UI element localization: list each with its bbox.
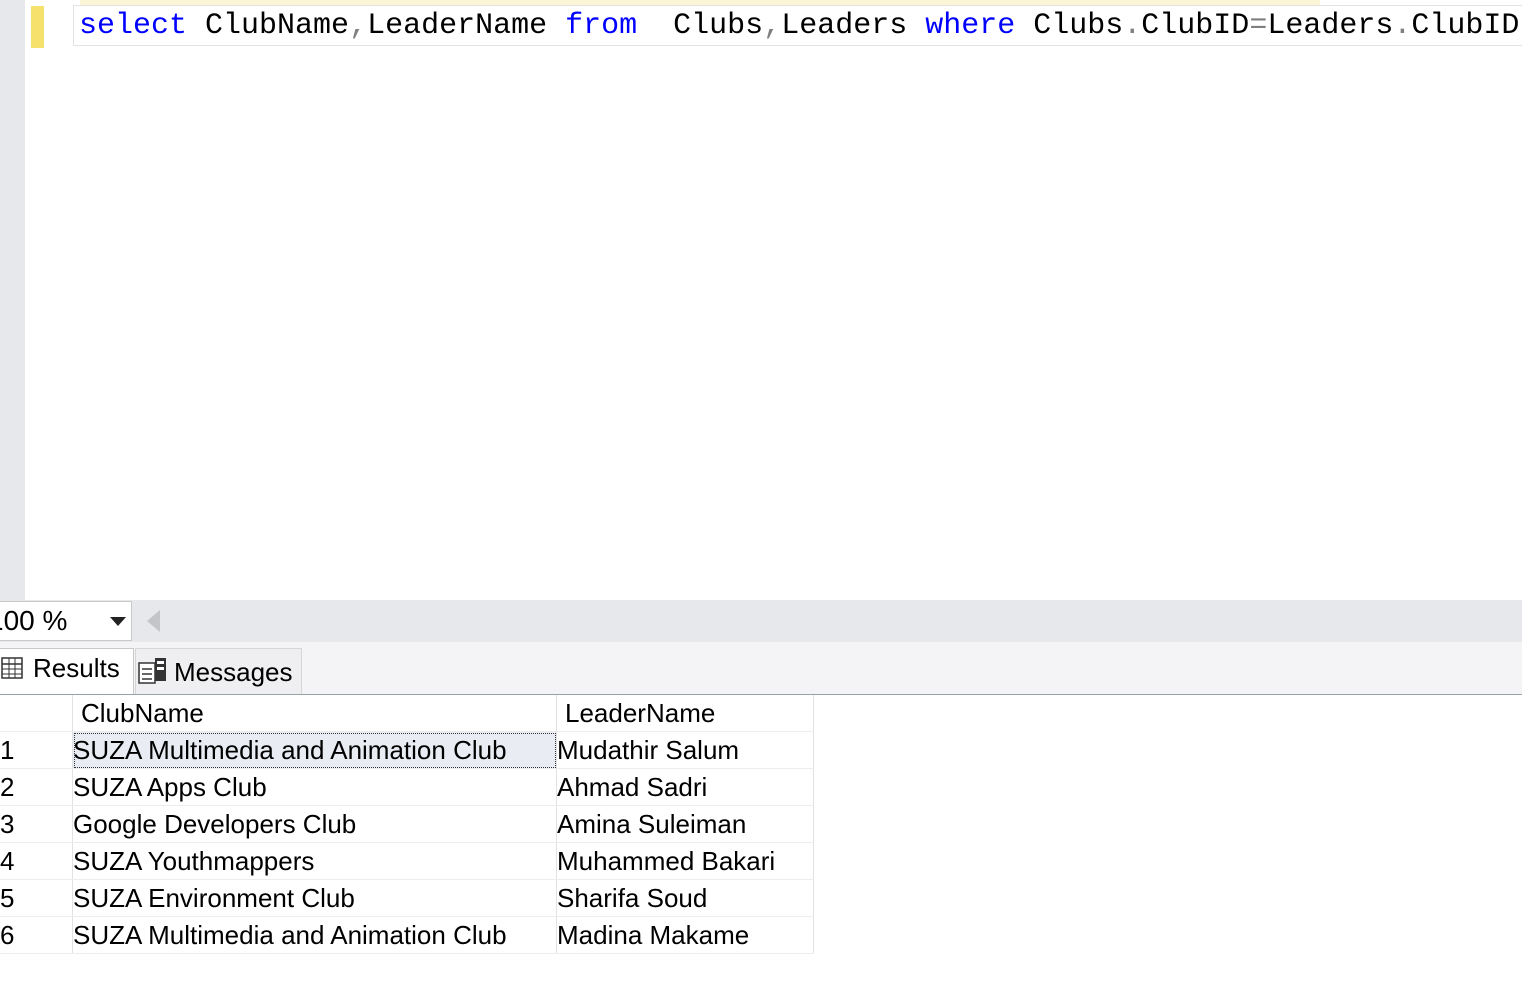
sql-query-text[interactable]: select ClubName,LeaderName from Clubs,Le…	[79, 7, 1519, 45]
cell-clubname[interactable]: SUZA Environment Club	[72, 879, 557, 917]
sql-operator: ,	[349, 9, 368, 43]
chevron-down-icon[interactable]	[110, 617, 126, 626]
query-editor[interactable]: select ClubName,LeaderName from Clubs,Le…	[0, 0, 1522, 600]
cell-leadername[interactable]: Sharifa Soud	[556, 879, 814, 917]
messages-icon	[138, 657, 168, 692]
sql-operator: .	[1123, 9, 1142, 43]
zoom-value: 100 %	[0, 605, 68, 636]
grid-header-row: ClubName LeaderName	[0, 695, 814, 732]
row-number[interactable]: 1	[0, 731, 73, 769]
tab-results[interactable]: Results	[0, 648, 134, 694]
sql-keyword: from	[565, 9, 638, 43]
cell-clubname[interactable]: Google Developers Club	[72, 805, 557, 843]
row-number[interactable]: 5	[0, 879, 73, 917]
tab-results-label: Results	[33, 653, 120, 683]
sql-keyword: select	[79, 9, 188, 43]
table-row[interactable]: 5 SUZA Environment Club Sharifa Soud	[0, 879, 814, 917]
cell-leadername[interactable]: Ahmad Sadri	[556, 768, 814, 806]
results-grid[interactable]: ClubName LeaderName 1 SUZA Multimedia and…	[0, 695, 814, 954]
cell-leadername[interactable]: Amina Suleiman	[556, 805, 814, 843]
column-header-clubname[interactable]: ClubName	[72, 695, 557, 732]
cell-clubname[interactable]: SUZA Multimedia and Animation Club	[72, 731, 557, 769]
table-row[interactable]: 1 SUZA Multimedia and Animation Club Mudat…	[0, 731, 814, 769]
sql-identifier: Leaders	[1267, 9, 1394, 43]
sql-keyword: where	[925, 9, 1016, 43]
sql-operator: =	[1249, 9, 1268, 43]
sql-operator: ,	[763, 9, 782, 43]
row-number[interactable]: 3	[0, 805, 73, 843]
grid-icon	[1, 655, 23, 686]
cell-leadername[interactable]: Madina Makame	[556, 916, 814, 954]
sql-identifier: Clubs	[637, 9, 764, 43]
row-number[interactable]: 2	[0, 768, 73, 806]
row-number[interactable]: 4	[0, 842, 73, 880]
sql-identifier: ClubID	[1141, 9, 1250, 43]
cell-clubname[interactable]: SUZA Youthmappers	[72, 842, 557, 880]
sql-identifier: Clubs	[1015, 9, 1124, 43]
sql-identifier: ClubID	[1411, 9, 1520, 43]
tab-messages-label: Messages	[174, 657, 293, 687]
sql-identifier: Leaders	[781, 9, 926, 43]
row-number[interactable]: 6	[0, 916, 73, 954]
ssms-query-window: select ClubName,LeaderName from Clubs,Le…	[0, 0, 1522, 1001]
table-row[interactable]: 4 SUZA Youthmappers Muhammed Bakari	[0, 842, 814, 880]
row-number-header	[0, 695, 73, 732]
tab-messages[interactable]: Messages	[135, 648, 302, 694]
editor-gutter	[0, 0, 25, 600]
table-row[interactable]: 3 Google Developers Club Amina Suleiman	[0, 805, 814, 843]
cell-leadername[interactable]: Muhammed Bakari	[556, 842, 814, 880]
zoom-bar	[0, 600, 1522, 642]
table-row[interactable]: 2 SUZA Apps Club Ahmad Sadri	[0, 768, 814, 806]
sql-identifier: LeaderName	[367, 9, 566, 43]
column-header-leadername[interactable]: LeaderName	[556, 695, 814, 732]
table-row[interactable]: 6 SUZA Multimedia and Animation Club Madin…	[0, 916, 814, 954]
change-marker	[31, 6, 44, 48]
cell-clubname[interactable]: SUZA Multimedia and Animation Club	[72, 916, 557, 954]
scroll-left-arrow-icon[interactable]	[147, 610, 160, 632]
cell-clubname[interactable]: SUZA Apps Club	[72, 768, 557, 806]
sql-operator: .	[1393, 9, 1412, 43]
sql-identifier: ClubName	[187, 9, 350, 43]
cell-leadername[interactable]: Mudathir Salum	[556, 731, 814, 769]
